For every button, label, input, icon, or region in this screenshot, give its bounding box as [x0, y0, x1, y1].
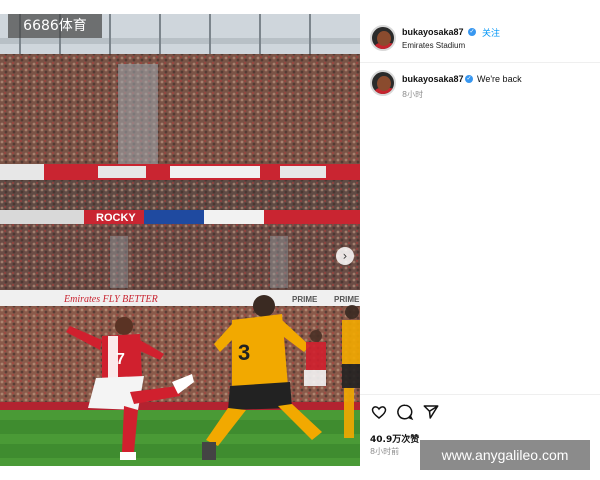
- watermark-top-left: 6686体育: [8, 14, 102, 38]
- share-icon[interactable]: [422, 403, 440, 421]
- verified-icon: ✓: [468, 28, 476, 36]
- avatar[interactable]: [370, 25, 396, 51]
- post-photo[interactable]: ROCKY Emirates FLY BETTER PRIME PRIME 7: [0, 14, 360, 466]
- caption-avatar[interactable]: [370, 70, 396, 96]
- next-photo-button[interactable]: ›: [336, 247, 354, 265]
- svg-text:Emirates FLY BETTER: Emirates FLY BETTER: [63, 294, 158, 305]
- heart-icon[interactable]: [370, 403, 388, 421]
- caption-time: 8小时: [402, 90, 424, 99]
- caption-text: We're back: [477, 74, 522, 84]
- svg-text:ROCKY: ROCKY: [96, 212, 136, 224]
- svg-text:7: 7: [116, 351, 125, 368]
- svg-text:3: 3: [238, 340, 250, 365]
- comment-icon[interactable]: [396, 403, 414, 421]
- likes-count[interactable]: 40.9万次赞: [370, 432, 419, 445]
- svg-text:PRIME: PRIME: [292, 295, 318, 304]
- verified-icon: ✓: [465, 75, 473, 83]
- stadium-photo: ROCKY Emirates FLY BETTER PRIME PRIME 7: [0, 14, 360, 466]
- post-header: bukayosaka87 ✓ 关注 Emirates Stadium: [360, 14, 600, 63]
- follow-button[interactable]: 关注: [482, 26, 500, 39]
- watermark-bottom-right: www.anygalileo.com: [420, 440, 590, 470]
- header-username[interactable]: bukayosaka87: [402, 27, 464, 37]
- post-time: 8小时前: [370, 447, 400, 456]
- caption-username[interactable]: bukayosaka87: [402, 74, 464, 84]
- svg-text:PRIME: PRIME: [334, 295, 360, 304]
- post-side-panel: bukayosaka87 ✓ 关注 Emirates Stadium bukay…: [360, 14, 600, 466]
- location-link[interactable]: Emirates Stadium: [402, 41, 465, 50]
- chevron-right-icon: ›: [342, 249, 348, 263]
